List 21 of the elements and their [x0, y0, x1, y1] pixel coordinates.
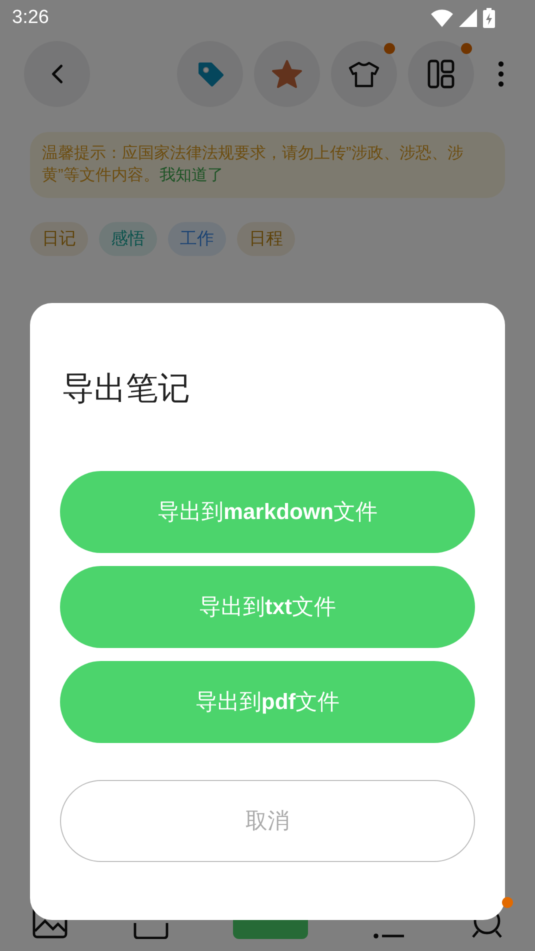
wifi-icon	[431, 9, 453, 27]
tag-chip[interactable]: 日程	[237, 222, 295, 256]
badge-dot	[461, 43, 472, 54]
badge-dot	[502, 897, 513, 908]
list-icon	[372, 933, 404, 939]
cancel-button[interactable]: 取消	[60, 780, 475, 862]
battery-icon	[483, 8, 495, 28]
dialog-title: 导出笔记	[62, 368, 191, 409]
export-button[interactable]: 导出到markdown文件	[60, 471, 475, 553]
box-icon	[132, 923, 168, 939]
tag-chip[interactable]: 工作	[168, 222, 226, 256]
status-time: 3:26	[12, 7, 49, 29]
notice-text: 温馨提示：应国家法律法规要求，请勿上传”涉政、涉恐、涉黄”等文件内容。我知道了	[30, 132, 505, 198]
tag-chip[interactable]: 感悟	[99, 222, 157, 256]
back-icon	[50, 63, 64, 85]
export-button[interactable]: 导出到pdf文件	[60, 661, 475, 743]
export-button[interactable]: 导出到txt文件	[60, 566, 475, 648]
signal-icon	[459, 9, 477, 27]
dismiss-link[interactable]: 我知道了	[159, 167, 224, 184]
tag-chip[interactable]: 日记	[30, 222, 88, 256]
badge-dot	[384, 43, 395, 54]
